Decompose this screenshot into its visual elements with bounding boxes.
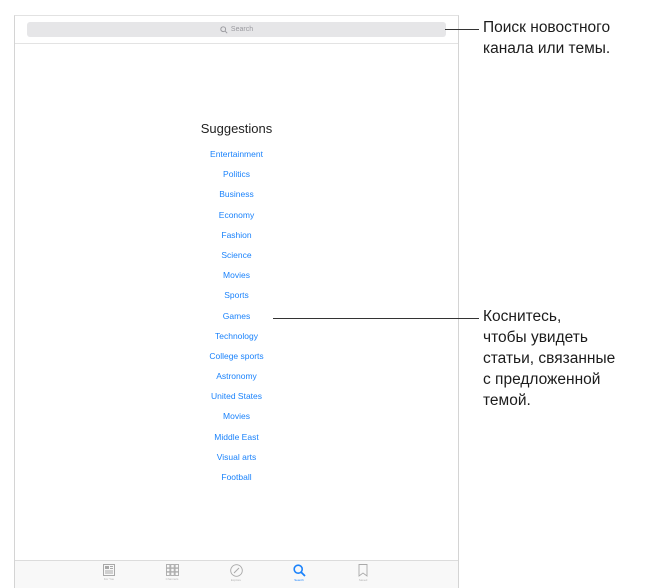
suggestion-item[interactable]: Economy	[15, 208, 458, 228]
search-field[interactable]: Search	[27, 22, 446, 37]
suggestion-item[interactable]: Fashion	[15, 228, 458, 248]
suggestion-item[interactable]: Politics	[15, 167, 458, 187]
suggestion-item[interactable]: Movies	[15, 409, 458, 429]
ipad-screen: Search Suggestions Entertainment Politic…	[14, 15, 459, 588]
search-callout: Поиск новостного канала или темы.	[483, 17, 610, 59]
suggestion-item[interactable]: Technology	[15, 329, 458, 349]
suggestion-callout-leader	[273, 318, 479, 319]
tab-label: Channels	[165, 577, 179, 581]
suggestion-item[interactable]: United States	[15, 389, 458, 409]
channels-icon	[165, 564, 179, 576]
for-you-icon	[103, 564, 115, 576]
tab-label: For You	[103, 577, 115, 581]
suggestion-item[interactable]: Business	[15, 187, 458, 207]
saved-icon	[358, 564, 368, 577]
callout-line: Коснитесь,	[483, 308, 562, 325]
suggestion-item[interactable]: Visual arts	[15, 450, 458, 470]
suggestion-item[interactable]: Entertainment	[15, 147, 458, 167]
callout-line: Поиск новостного	[483, 19, 611, 36]
callout-line: канала или темы.	[483, 40, 611, 57]
magnifier-icon	[220, 25, 228, 34]
suggestion-item[interactable]: Science	[15, 248, 458, 268]
search-placeholder: Search	[230, 26, 254, 33]
tab-label: Explore	[230, 578, 242, 582]
suggestion-item[interactable]: Movies	[15, 268, 458, 288]
suggestion-item[interactable]: Sports	[15, 288, 458, 308]
tab-saved[interactable]: Saved	[348, 564, 378, 588]
search-icon	[292, 564, 306, 577]
suggestion-item[interactable]: Middle East	[15, 430, 458, 450]
tab-search[interactable]: Search	[284, 564, 314, 588]
suggestion-callout: Коснитесь, чтобы увидеть статьи, связанн…	[483, 306, 615, 411]
suggestion-item[interactable]: College sports	[15, 349, 458, 369]
suggestions-title: Suggestions	[200, 121, 273, 136]
explore-icon	[229, 564, 243, 577]
search-callout-leader	[445, 29, 479, 30]
callout-line: чтобы увидеть	[483, 329, 588, 346]
suggestion-item[interactable]: Astronomy	[15, 369, 458, 389]
header-divider	[15, 43, 458, 44]
callout-line: темой.	[483, 392, 531, 409]
callout-line: с предложенной	[483, 371, 601, 388]
tab-label: Search	[294, 578, 304, 582]
tab-channels[interactable]: Channels	[157, 564, 187, 588]
tab-label: Saved	[358, 578, 368, 582]
tab-explore[interactable]: Explore	[221, 564, 251, 588]
tab-for-you[interactable]: For You	[94, 564, 124, 588]
suggestion-item[interactable]: Football	[15, 470, 458, 490]
callout-line: статьи, связанные	[483, 350, 616, 367]
tab-bar: For You Channels Explore Search Saved	[15, 560, 458, 588]
